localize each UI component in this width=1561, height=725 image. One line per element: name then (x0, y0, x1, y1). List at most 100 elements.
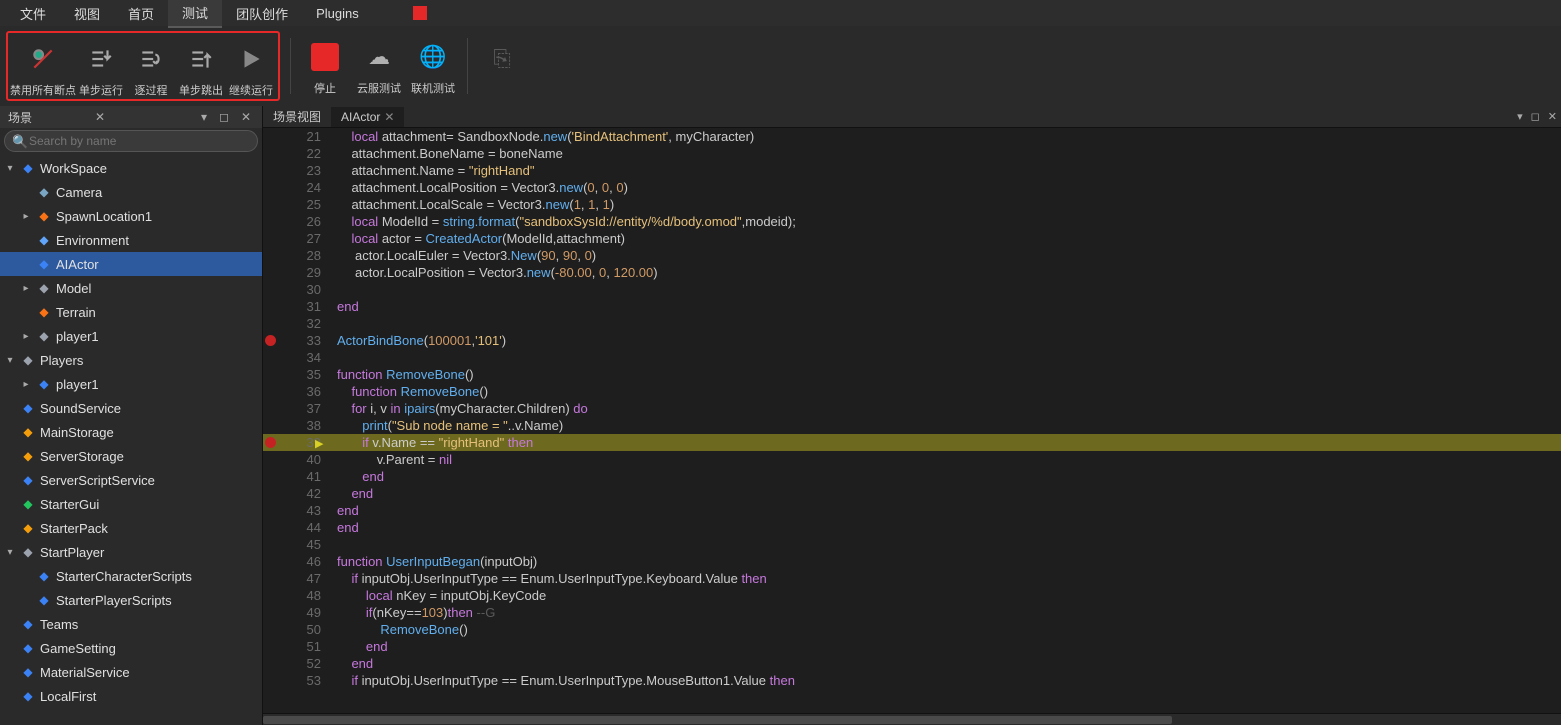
tree-node-SpawnLocation1[interactable]: ▸◆SpawnLocation1 (0, 204, 262, 228)
breakpoint-gutter[interactable] (263, 128, 281, 145)
breakpoint-gutter[interactable] (263, 349, 281, 366)
code-line[interactable]: 31end (263, 298, 1561, 315)
expand-icon[interactable]: ▾ (4, 355, 16, 366)
tree-node-SoundService[interactable]: ◆SoundService (0, 396, 262, 420)
code-line[interactable]: 29 actor.LocalPosition = Vector3.new(-80… (263, 264, 1561, 281)
code-line[interactable]: 33ActorBindBone(100001,'101') (263, 332, 1561, 349)
code-line[interactable]: 37 for i, v in ipairs(myCharacter.Childr… (263, 400, 1561, 417)
breakpoint-gutter[interactable] (263, 417, 281, 434)
tree-node-StarterPack[interactable]: ◆StarterPack (0, 516, 262, 540)
exit-button[interactable]: ⎘ (478, 34, 526, 98)
breakpoint-gutter[interactable] (263, 400, 281, 417)
code-line[interactable]: 26 local ModelId = string.format("sandbo… (263, 213, 1561, 230)
breakpoint-gutter[interactable] (263, 434, 281, 451)
menu-首页[interactable]: 首页 (114, 0, 168, 27)
expand-icon[interactable]: ▸ (20, 379, 32, 390)
breakpoint-gutter[interactable] (263, 587, 281, 604)
breakpoint-gutter[interactable] (263, 162, 281, 179)
tab-scene-view[interactable]: 场景视图 (263, 105, 331, 128)
code-line[interactable]: 46function UserInputBegan(inputObj) (263, 553, 1561, 570)
breakpoint-gutter[interactable] (263, 655, 281, 672)
code-line[interactable]: 28 actor.LocalEuler = Vector3.New(90, 90… (263, 247, 1561, 264)
tree-node-AIActor[interactable]: ◆AIActor (0, 252, 262, 276)
tree-node-GameSetting[interactable]: ◆GameSetting (0, 636, 262, 660)
tree-node-Teams[interactable]: ◆Teams (0, 612, 262, 636)
code-line[interactable]: 43end (263, 502, 1561, 519)
disable-breakpoints-button[interactable]: 禁用所有断点 (11, 36, 75, 100)
breakpoint-gutter[interactable] (263, 638, 281, 655)
breakpoint-gutter[interactable] (263, 570, 281, 587)
breakpoint-gutter[interactable] (263, 179, 281, 196)
breakpoint-gutter[interactable] (263, 264, 281, 281)
restore-icon[interactable]: ◻ (1527, 110, 1544, 123)
expand-icon[interactable]: ▸ (20, 211, 32, 222)
tree-node-MaterialService[interactable]: ◆MaterialService (0, 660, 262, 684)
code-area[interactable]: 21 local attachment= SandboxNode.new('Bi… (263, 128, 1561, 713)
tree-node-MainStorage[interactable]: ◆MainStorage (0, 420, 262, 444)
scene-tree[interactable]: ▾◆WorkSpace◆Camera▸◆SpawnLocation1◆Envir… (0, 154, 262, 725)
close-icon[interactable]: ✕ (384, 110, 394, 124)
code-line[interactable]: 36 function RemoveBone() (263, 383, 1561, 400)
tree-node-player1[interactable]: ▸◆player1 (0, 372, 262, 396)
menu-团队创作[interactable]: 团队创作 (222, 0, 302, 27)
close-panel-icon[interactable]: ✕ (238, 110, 254, 124)
close-icon[interactable]: ✕ (92, 110, 108, 124)
expand-icon[interactable]: ▸ (20, 331, 32, 342)
tree-node-Terrain[interactable]: ◆Terrain (0, 300, 262, 324)
tree-node-WorkSpace[interactable]: ▾◆WorkSpace (0, 156, 262, 180)
code-line[interactable]: 47 if inputObj.UserInputType == Enum.Use… (263, 570, 1561, 587)
tree-node-LocalFirst[interactable]: ◆LocalFirst (0, 684, 262, 708)
breakpoint-gutter[interactable] (263, 366, 281, 383)
code-line[interactable]: 39▶ if v.Name == "rightHand" then (263, 434, 1561, 451)
menu-测试[interactable]: 测试 (168, 0, 222, 28)
search-input[interactable] (4, 130, 258, 152)
code-line[interactable]: 40 v.Parent = nil (263, 451, 1561, 468)
tree-node-StarterPlayerScripts[interactable]: ◆StarterPlayerScripts (0, 588, 262, 612)
tree-node-Camera[interactable]: ◆Camera (0, 180, 262, 204)
tree-node-StarterCharacterScripts[interactable]: ◆StarterCharacterScripts (0, 564, 262, 588)
scrollbar-thumb[interactable] (263, 716, 1172, 724)
tree-node-player1[interactable]: ▸◆player1 (0, 324, 262, 348)
breakpoint-gutter[interactable] (263, 536, 281, 553)
breakpoint-gutter[interactable] (263, 145, 281, 162)
continue-button[interactable]: 继续运行 (227, 36, 275, 100)
breakpoint-gutter[interactable] (263, 621, 281, 638)
code-line[interactable]: 45 (263, 536, 1561, 553)
tree-node-Model[interactable]: ▸◆Model (0, 276, 262, 300)
breakpoint-gutter[interactable] (263, 213, 281, 230)
step-over-button[interactable]: 逐过程 (127, 36, 175, 100)
expand-icon[interactable]: ▾ (4, 547, 16, 558)
breakpoint-icon[interactable] (265, 437, 276, 448)
code-line[interactable]: 24 attachment.LocalPosition = Vector3.ne… (263, 179, 1561, 196)
breakpoint-gutter[interactable] (263, 502, 281, 519)
expand-icon[interactable]: ▾ (4, 163, 16, 174)
breakpoint-icon[interactable] (265, 335, 276, 346)
breakpoint-gutter[interactable] (263, 451, 281, 468)
code-line[interactable]: 34 (263, 349, 1561, 366)
popout-icon[interactable]: ◻ (216, 110, 232, 124)
step-out-button[interactable]: 单步跳出 (177, 36, 225, 100)
horizontal-scrollbar[interactable] (263, 713, 1561, 725)
breakpoint-gutter[interactable] (263, 672, 281, 689)
code-line[interactable]: 53 if inputObj.UserInputType == Enum.Use… (263, 672, 1561, 689)
code-line[interactable]: 32 (263, 315, 1561, 332)
code-line[interactable]: 22 attachment.BoneName = boneName (263, 145, 1561, 162)
dropdown-icon[interactable]: ▾ (1513, 110, 1527, 123)
code-line[interactable]: 52 end (263, 655, 1561, 672)
code-line[interactable]: 27 local actor = CreatedActor(ModelId,at… (263, 230, 1561, 247)
breakpoint-gutter[interactable] (263, 315, 281, 332)
code-line[interactable]: 42 end (263, 485, 1561, 502)
code-line[interactable]: 23 attachment.Name = "rightHand" (263, 162, 1561, 179)
expand-icon[interactable]: ▸ (20, 283, 32, 294)
breakpoint-gutter[interactable] (263, 247, 281, 264)
breakpoint-gutter[interactable] (263, 332, 281, 349)
tree-node-ServerScriptService[interactable]: ◆ServerScriptService (0, 468, 262, 492)
tab-aiactor[interactable]: AIActor ✕ (331, 107, 404, 127)
code-line[interactable]: 50 RemoveBone() (263, 621, 1561, 638)
code-line[interactable]: 49 if(nKey==103)then --G (263, 604, 1561, 621)
tree-node-ServerStorage[interactable]: ◆ServerStorage (0, 444, 262, 468)
network-test-button[interactable]: 🌐 联机测试 (409, 34, 457, 98)
close-icon[interactable]: ✕ (1544, 110, 1561, 123)
stop-button[interactable]: 停止 (301, 34, 349, 98)
code-line[interactable]: 30 (263, 281, 1561, 298)
